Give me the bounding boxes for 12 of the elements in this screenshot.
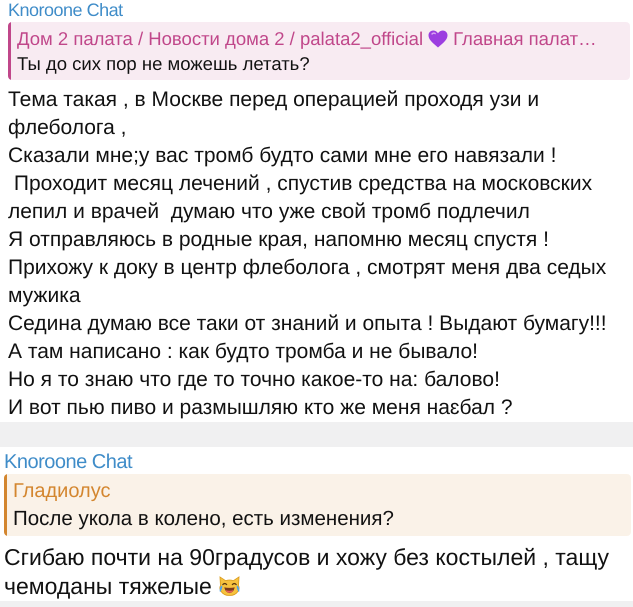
- heart-icon: [428, 30, 448, 48]
- message-text: Тема такая , в Москве перед операцией проходя узи и флеболога , Сказали мне;у вас тромб будто сами мне его навязали ! Проходит месяц лечений , спустив средства на московских лепил и врачей думаю что уже свой тромб подлечил Я отправляюсь в родные края, напомню месяц спустя ! Прихожу к доку в центр флеболога , смотрят меня два седых мужика Седина думаю все таки от знаний и опыта ! Выдают бумагу!!! А там написано : как будто тромба и не бывало! Но я то знаю что где то точно какое-то на: балово! И вот пью пиво и размышляю кто же меня наɛбал ?: [8, 87, 608, 421]
- sender-name[interactable]: Knoroone Chat: [4, 451, 132, 473]
- message-text: Сгибаю почти на 90градусов и хожу без костылей , тащу чемоданы тяжелые: [4, 543, 610, 601]
- sender-name[interactable]: Knoroone Chat: [8, 0, 123, 20]
- reply-quote[interactable]: Дом 2 палата / Новости дома 2 / palata2_official Главная палат… Ты до сих пор не можешь летать?: [8, 22, 630, 80]
- reply-author: Гладиолус: [13, 479, 110, 504]
- reply-author: Дом 2 палата / Новости дома 2 / palata2_official: [17, 27, 424, 51]
- reply-text: Ты до сих пор не можешь летать?: [17, 52, 310, 76]
- reply-quote[interactable]: Гладиолус После укола в колено, есть изменения?: [4, 474, 631, 536]
- reply-text: После укола в колено, есть изменения?: [13, 506, 394, 532]
- reply-author: Главная палат…: [453, 27, 597, 51]
